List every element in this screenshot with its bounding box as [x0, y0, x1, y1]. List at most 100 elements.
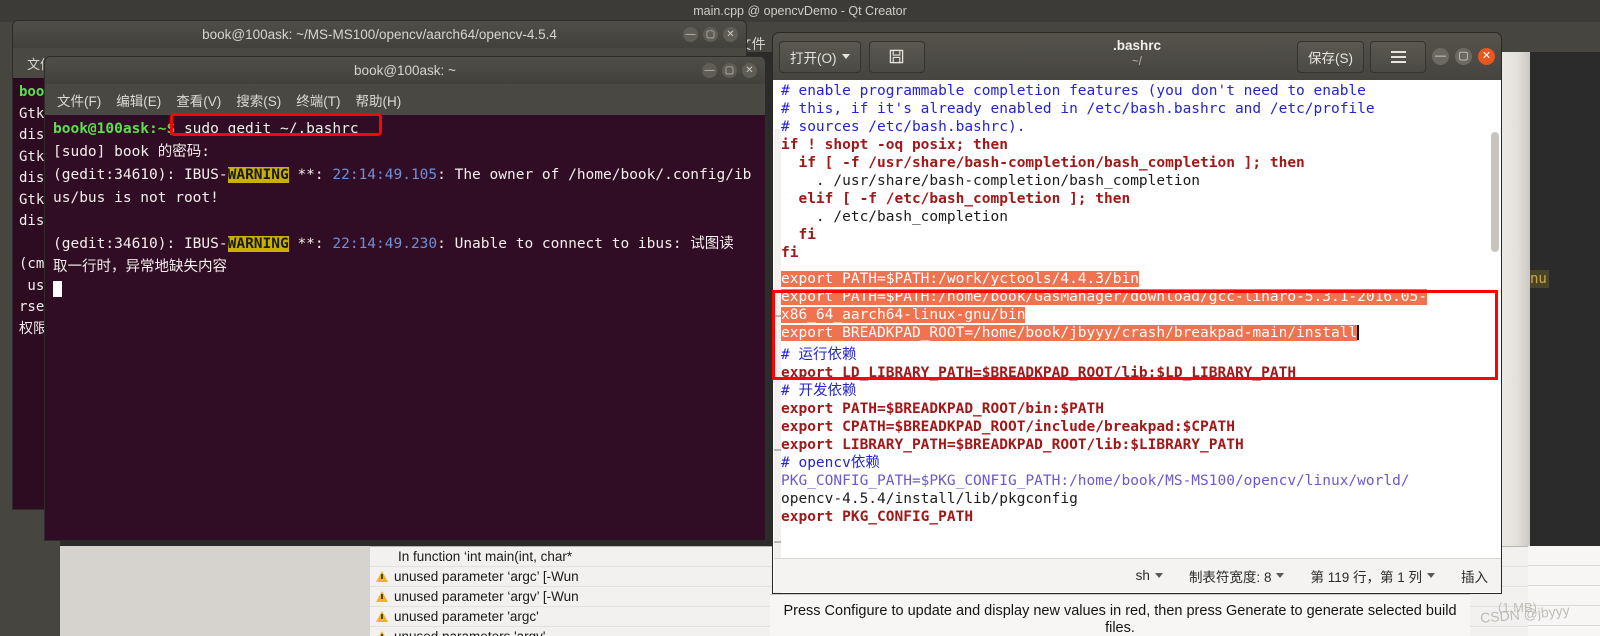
watermark-secondary: (1 MB) [1498, 600, 1537, 615]
terminal-window-front[interactable]: book@100ask: ~ — ▢ ✕ 文件(F) 编辑(E) 查看(V) 搜… [44, 56, 766, 541]
insert-mode-label: 插入 [1461, 569, 1488, 585]
terminal-warning-time: 22:14:49.105 [332, 167, 438, 183]
menu-item-terminal[interactable]: 终端(T) [296, 90, 340, 110]
terminal-warning-level: WARNING [227, 236, 289, 252]
code-line: . /usr/share/bash-completion/bash_comple… [781, 173, 1201, 189]
terminal-warning-mid: **: [288, 167, 333, 183]
menu-item-file[interactable]: 文件(F) [57, 90, 101, 110]
terminal-front-titlebar[interactable]: book@100ask: ~ — ▢ ✕ [44, 56, 766, 84]
issue-text: unused parameter ‘argc’ [-Wun [394, 569, 579, 584]
issue-text: unused parameter ‘argv’ [-Wun [394, 589, 579, 604]
terminal-front-menubar[interactable]: 文件(F) 编辑(E) 查看(V) 搜索(S) 终端(T) 帮助(H) [45, 84, 765, 115]
code-line: fi [781, 227, 816, 243]
terminal-front-window-controls[interactable]: — ▢ ✕ [702, 57, 757, 84]
terminal-warning-rest: : Unable to connect to ibus: 试图读 [437, 236, 734, 252]
chevron-down-icon [1154, 573, 1163, 578]
minimize-icon[interactable]: — [1432, 48, 1449, 65]
terminal-warning-time: 22:14:49.230 [332, 236, 438, 252]
tab-width-label: 制表符宽度: 8 [1188, 569, 1272, 585]
cursor-position[interactable]: 第 119 行，第 1 列 [1310, 566, 1435, 586]
gedit-statusbar[interactable]: sh 制表符宽度: 8 第 119 行，第 1 列 插入 [774, 558, 1501, 592]
code-line: . /etc/bash_completion [781, 209, 1008, 225]
annotation-export-box [772, 290, 1498, 380]
qt-creator-status-message: Press Configure to update and display ne… [770, 594, 1470, 636]
terminal-back-window-controls[interactable]: — ▢ ✕ [683, 21, 738, 48]
menu-button[interactable] [1370, 40, 1426, 73]
maximize-icon[interactable]: ▢ [722, 63, 737, 78]
qt-creator-titlebar: main.cpp @ opencvDemo - Qt Creator [0, 0, 1600, 22]
qt-creator-issue-rows-bg [1528, 546, 1600, 636]
tab-width-selector[interactable]: 制表符宽度: 8 [1189, 566, 1285, 586]
terminal-warning-rest: : The owner of /home/book/.config/ib [437, 167, 752, 183]
open-button[interactable]: 打开(O) [779, 40, 861, 73]
issue-text: In function ‘int main(int, char* [398, 549, 573, 564]
save-disk-icon [889, 49, 904, 64]
terminal-back-titlebar[interactable]: book@100ask: ~/MS-MS100/opencv/aarch64/o… [12, 20, 747, 48]
terminal-password-line: [sudo] book 的密码: [53, 144, 210, 160]
menu-item-help[interactable]: 帮助(H) [356, 90, 402, 110]
open-button-label: 打开(O) [790, 50, 837, 66]
save-disk-button[interactable] [868, 40, 925, 73]
selected-code-line: export PATH=$PATH:/work/yctools/4.4.3/bi… [781, 271, 1139, 287]
menu-item-edit[interactable]: 编辑(E) [116, 90, 161, 110]
qt-creator-editor-token: nu [1528, 270, 1549, 288]
code-line: opencv-4.5.4/install/lib/pkgconfig [781, 491, 1078, 507]
code-line: # this, if it's already enabled in /etc/… [781, 101, 1375, 117]
terminal-prompt: book@100ask:~$ [53, 121, 176, 137]
issue-row-bg [1528, 566, 1600, 586]
maximize-icon[interactable]: ▢ [703, 27, 718, 42]
terminal-warning-level: WARNING [227, 167, 289, 183]
language-label: sh [1135, 568, 1150, 583]
terminal-front-body[interactable]: 文件(F) 编辑(E) 查看(V) 搜索(S) 终端(T) 帮助(H) book… [44, 84, 766, 541]
menu-item-search[interactable]: 搜索(S) [236, 90, 281, 110]
chevron-down-icon [841, 54, 850, 59]
code-line: fi [781, 245, 799, 261]
gedit-code-block-top: # enable programmable completion feature… [773, 80, 1501, 262]
warning-icon [376, 571, 388, 582]
chevron-down-icon [1427, 573, 1435, 578]
code-line: # sources /etc/bash.bashrc). [781, 119, 1026, 135]
warning-icon [376, 591, 388, 602]
issue-text: unused parameter 'argc' [394, 609, 539, 624]
annotation-command-box [170, 113, 382, 136]
minimize-icon[interactable]: — [683, 27, 698, 42]
save-button[interactable]: 保存(S) [1297, 40, 1364, 73]
terminal-warning-prefix: (gedit:34610): IBUS- [53, 167, 228, 183]
terminal-warning-mid: **: [288, 236, 333, 252]
code-line: if ! shopt -oq posix; then [781, 137, 1008, 153]
gedit-header-right[interactable]: 保存(S) — ▢ ✕ [1297, 40, 1495, 73]
code-line: PKG_CONFIG_PATH=$PKG_CONFIG_PATH:/home/b… [781, 473, 1410, 489]
warning-icon [376, 631, 388, 636]
terminal-front-output[interactable]: book@100ask:~$ sudo gedit ~/.bashrc [sud… [45, 115, 765, 305]
close-icon[interactable]: ✕ [1478, 48, 1495, 65]
terminal-back-line: 权限 [19, 320, 47, 337]
terminal-warning-cont: us/bus is not root! [53, 190, 219, 206]
terminal-back-title: book@100ask: ~/MS-MS100/opencv/aarch64/o… [202, 27, 557, 42]
close-icon[interactable]: ✕ [742, 63, 757, 78]
cursor-position-label: 第 119 行，第 1 列 [1310, 569, 1422, 585]
close-icon[interactable]: ✕ [723, 27, 738, 42]
code-line: if [ -f /usr/share/bash-completion/bash_… [781, 155, 1305, 171]
gedit-window[interactable]: 打开(O) .bashrc ~/ 保存(S) — ▢ ✕ # enable pr… [772, 32, 1502, 594]
save-button-label: 保存(S) [1308, 50, 1353, 66]
qt-creator-title: main.cpp @ opencvDemo - Qt Creator [693, 4, 907, 18]
minimize-icon[interactable]: — [702, 63, 717, 78]
code-line: # 开发依赖 [781, 383, 857, 399]
terminal-warning-prefix: (gedit:34610): IBUS- [53, 236, 228, 252]
terminal-front-cursor [53, 281, 62, 297]
warning-icon [376, 611, 388, 622]
issue-text: unused parameters 'argv' [394, 629, 546, 636]
language-selector[interactable]: sh [1136, 568, 1163, 583]
code-line: # opencv依赖 [781, 455, 880, 471]
code-line: elif [ -f /etc/bash_completion ]; then [781, 191, 1131, 207]
insert-mode[interactable]: 插入 [1461, 566, 1488, 586]
maximize-icon[interactable]: ▢ [1455, 48, 1472, 65]
vertical-scrollbar[interactable] [1491, 132, 1499, 252]
hamburger-icon [1390, 50, 1406, 63]
issue-row-bg [1528, 626, 1600, 636]
issue-row-bg [1528, 546, 1600, 566]
code-line: export CPATH=$BREADKPAD_ROOT/include/bre… [781, 419, 1235, 435]
code-line: # enable programmable completion feature… [781, 83, 1366, 99]
gedit-headerbar[interactable]: 打开(O) .bashrc ~/ 保存(S) — ▢ ✕ [772, 32, 1502, 80]
menu-item-view[interactable]: 查看(V) [176, 90, 221, 110]
